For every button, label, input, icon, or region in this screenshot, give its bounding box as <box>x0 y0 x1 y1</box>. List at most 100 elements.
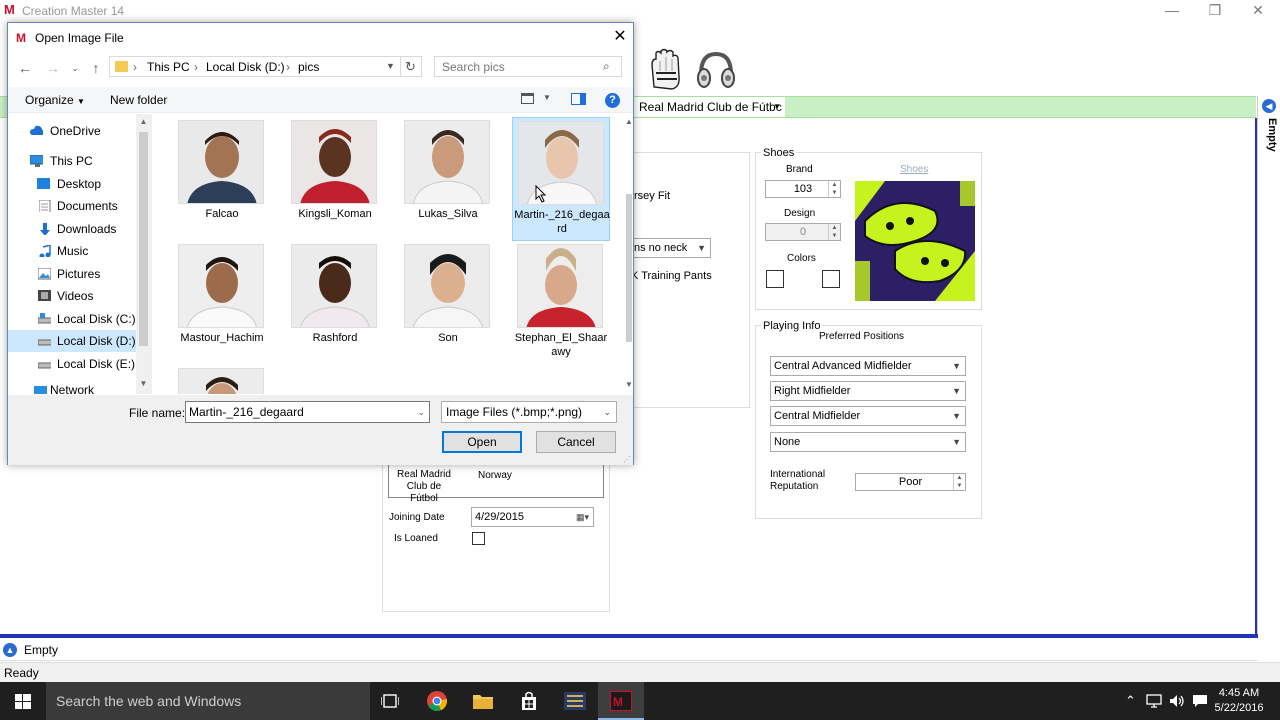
file-tile[interactable]: Son <box>399 241 497 361</box>
minimize-icon[interactable]: — <box>1152 0 1192 22</box>
address-history-chevron-icon[interactable]: ▼ <box>386 61 395 71</box>
brand-label: Brand <box>786 164 813 175</box>
nav-item-local-disk-e[interactable]: Local Disk (E:) <box>8 353 140 375</box>
position-4-select[interactable]: None ▼ <box>770 432 966 452</box>
file-tile[interactable]: Lukas_Silva <box>399 117 497 237</box>
nav-item-this-pc[interactable]: This PC <box>8 150 140 172</box>
is-loaned-label: Is Loaned <box>394 533 438 544</box>
action-center-icon[interactable] <box>1192 694 1208 708</box>
dialog-titlebar[interactable]: M Open Image File ✕ <box>8 23 633 51</box>
cancel-button[interactable]: Cancel <box>536 431 616 453</box>
forward-arrow-icon[interactable]: → <box>44 59 62 77</box>
nav-item-local-disk-d[interactable]: Local Disk (D:) <box>8 330 143 352</box>
scroll-up-icon[interactable]: ▲ <box>622 117 633 126</box>
file-tile[interactable]: Falcao <box>173 117 271 237</box>
nav-item-desktop[interactable]: Desktop <box>8 173 140 195</box>
photo-thumbnail <box>517 244 603 328</box>
navigation-scrollbar[interactable]: ▲ ▼ <box>136 114 151 394</box>
file-tile[interactable] <box>173 365 271 394</box>
creation-master-taskbar-button[interactable]: M <box>598 682 644 720</box>
help-icon[interactable]: ? <box>605 93 620 108</box>
position-3-select[interactable]: Central Midfielder ▼ <box>770 406 966 426</box>
shoes-link[interactable]: Shoes <box>900 164 928 175</box>
restore-icon[interactable]: ❐ <box>1195 0 1235 22</box>
goalkeeper-glove-icon[interactable] <box>646 47 688 91</box>
joining-date-picker[interactable]: 4/29/2015 ▦▾ <box>471 507 594 527</box>
nav-item-pictures[interactable]: Pictures <box>8 263 140 285</box>
nav-item-network[interactable]: Network <box>8 379 140 394</box>
breadcrumb-pics[interactable]: pics <box>298 60 319 74</box>
photo-thumbnail <box>178 368 264 394</box>
scroll-up-icon[interactable]: ▲ <box>136 117 151 126</box>
organize-button[interactable]: Organize ▼ <box>25 93 85 107</box>
file-view-scrollbar[interactable]: ▲ ▼ <box>625 114 633 394</box>
breadcrumb-this-pc[interactable]: This PC <box>147 60 190 74</box>
is-loaned-checkbox[interactable] <box>472 532 485 545</box>
new-folder-button[interactable]: New folder <box>110 93 167 107</box>
shoe-color-2-swatch[interactable] <box>822 270 840 288</box>
nav-item-label: This PC <box>50 154 93 168</box>
chevron-down-icon[interactable]: ⌄ <box>417 402 425 422</box>
up-arrow-icon[interactable]: ↑ <box>87 59 105 77</box>
scrollbar-thumb[interactable] <box>139 132 148 346</box>
nav-item-local-disk-c[interactable]: Local Disk (C:) <box>8 308 140 330</box>
close-icon[interactable]: ✕ <box>1238 0 1278 22</box>
arrow-up-icon[interactable]: ▲ <box>3 643 17 657</box>
file-tile[interactable]: Stephan_El_Shaarawy <box>512 241 610 361</box>
show-hidden-icons-chevron-icon[interactable]: ⌃ <box>1125 693 1136 709</box>
address-bar[interactable]: › This PC › Local Disk (D:) › pics ▼ <box>109 56 401 77</box>
open-button[interactable]: Open <box>442 431 522 453</box>
file-tile-selected[interactable]: Martin-_216_degaard <box>512 117 610 241</box>
nav-item-downloads[interactable]: Downloads <box>8 218 140 240</box>
reputation-spinner[interactable]: Poor ▲ ▼ <box>855 473 966 491</box>
brand-spinner[interactable]: 103 ▲ ▼ <box>765 180 841 198</box>
scrollbar-thumb[interactable] <box>626 194 632 342</box>
club-select[interactable]: Real Madrid Club de Fútbc ▼ <box>633 97 785 117</box>
task-view-button[interactable] <box>367 682 413 720</box>
search-input[interactable]: Search pics ⌕ <box>434 56 622 77</box>
breadcrumb-local-disk-d[interactable]: Local Disk (D:) <box>206 60 285 74</box>
shoe-color-1-swatch[interactable] <box>766 270 784 288</box>
arrow-left-icon[interactable]: ◀ <box>1262 99 1276 113</box>
view-options-icon[interactable] <box>521 93 534 104</box>
chrome-taskbar-button[interactable] <box>414 682 460 720</box>
bottom-panel-tab[interactable] <box>0 639 1258 661</box>
photo-thumbnail <box>178 120 264 204</box>
resize-grip-icon[interactable]: ⋰ <box>623 455 631 464</box>
nav-item-videos[interactable]: Videos <box>8 285 140 307</box>
nav-item-documents[interactable]: Documents <box>8 195 140 217</box>
chevron-down-icon[interactable]: ▼ <box>543 93 551 102</box>
neck-select[interactable]: ns no neck ▼ <box>630 238 711 258</box>
scroll-down-icon[interactable]: ▼ <box>622 380 633 389</box>
scroll-down-icon[interactable]: ▼ <box>136 379 151 388</box>
right-side-tab[interactable]: ◀ <box>1257 96 1280 656</box>
game-app-taskbar-button[interactable] <box>552 682 598 720</box>
position-1-select[interactable]: Central Advanced Midfielder ▼ <box>770 356 966 376</box>
recent-locations-chevron-icon[interactable]: ⌄ <box>66 59 84 77</box>
design-spinner[interactable]: 0 ▲ ▼ <box>765 223 841 241</box>
preview-pane-icon[interactable] <box>571 93 586 105</box>
position-2-select[interactable]: Right Midfielder ▼ <box>770 381 966 401</box>
refresh-icon[interactable]: ↻ <box>400 56 422 77</box>
system-clock[interactable]: 4:45 AM 5/22/2016 <box>1214 686 1264 716</box>
taskbar-search-box[interactable]: Search the web and Windows <box>46 682 370 720</box>
file-tile[interactable]: Rashford <box>286 241 384 361</box>
nav-item-music[interactable]: Music <box>8 240 140 262</box>
file-explorer-taskbar-button[interactable] <box>460 682 506 720</box>
file-type-select[interactable]: Image Files (*.bmp;*.png) ⌄ <box>441 401 617 423</box>
start-button[interactable] <box>0 682 46 720</box>
volume-icon[interactable] <box>1169 694 1185 708</box>
network-status-icon[interactable] <box>1146 694 1162 708</box>
dialog-close-icon[interactable]: ✕ <box>608 26 632 48</box>
back-arrow-icon[interactable]: ← <box>16 59 34 77</box>
file-tile[interactable]: Mastour_Hachim <box>173 241 271 361</box>
file-name-input[interactable]: Martin-_216_degaard ⌄ <box>185 401 430 423</box>
mouse-cursor-icon <box>535 185 547 203</box>
nav-item-onedrive[interactable]: OneDrive <box>8 120 140 142</box>
store-taskbar-button[interactable] <box>506 682 552 720</box>
spin-arrows-icon[interactable]: ▲ ▼ <box>828 181 840 197</box>
spin-arrows-icon[interactable]: ▲ ▼ <box>953 474 965 490</box>
file-tile[interactable]: Kingsli_Koman <box>286 117 384 237</box>
headphones-icon[interactable] <box>694 48 738 90</box>
spin-arrows-icon[interactable]: ▲ ▼ <box>828 224 840 240</box>
